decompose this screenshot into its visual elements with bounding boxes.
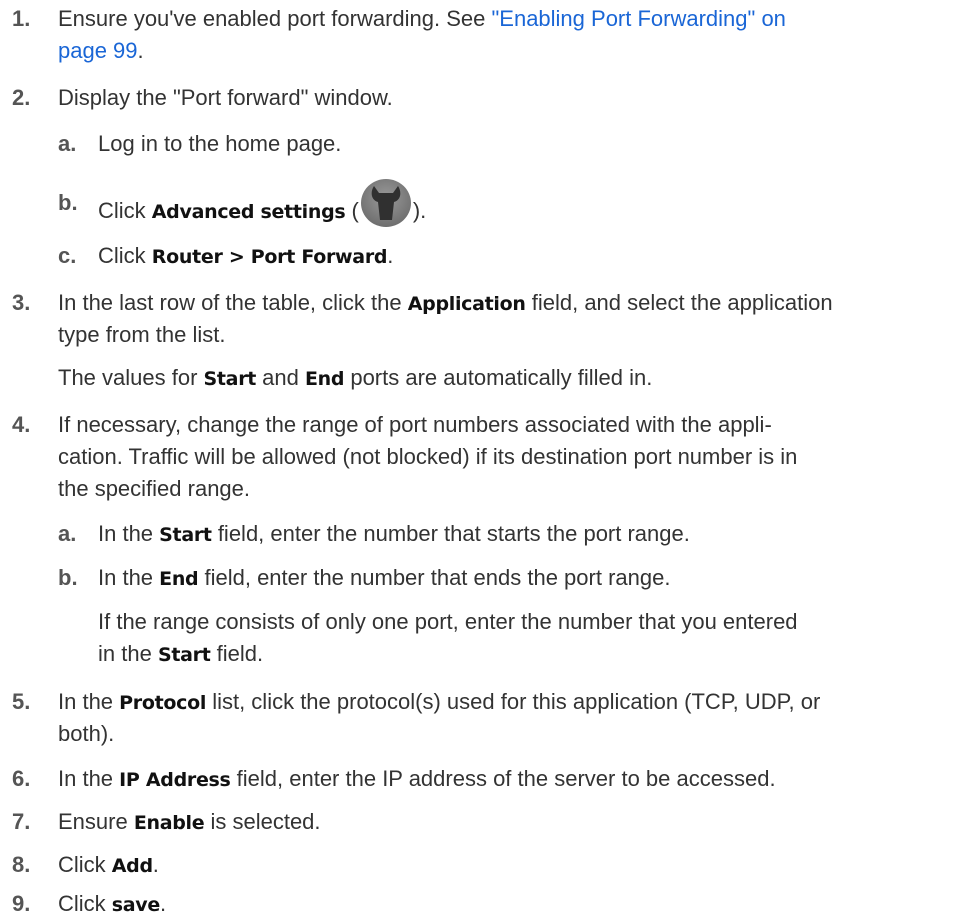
paren-open: (	[345, 197, 359, 223]
step-text: and	[256, 365, 305, 390]
add-button-label: Add	[111, 855, 153, 877]
step-number: 1.	[12, 6, 31, 31]
punctuation: .	[387, 243, 394, 268]
advanced-settings-label: Advanced settings	[151, 200, 346, 223]
page-99-link[interactable]: page 99	[58, 38, 138, 63]
step-text: is selected.	[204, 809, 321, 834]
save-button-label: save	[111, 894, 161, 916]
end-label: End	[305, 368, 345, 390]
step-text: .	[137, 38, 144, 63]
step-number: 3.	[12, 290, 31, 315]
step-text: cation. Traffic will be allowed (not blo…	[58, 444, 798, 469]
step-text: The values for	[58, 365, 204, 390]
step-text: the specified range.	[58, 476, 251, 501]
substep-letter: a.	[58, 521, 77, 546]
step-text: If necessary, change the range of port n…	[58, 412, 772, 437]
note-text: in the	[98, 641, 158, 666]
substep-text: field, enter the number that ends the po…	[198, 565, 671, 590]
step-text: field, enter the IP address of the serve…	[230, 766, 776, 791]
substep-letter: c.	[58, 243, 77, 268]
note-text: If the range consists of only one port, …	[98, 609, 798, 634]
step-text: .	[152, 852, 159, 877]
step-number: 5.	[12, 689, 31, 714]
step-text: In the last row of the table, click the	[58, 290, 408, 315]
step-text: Ensure	[58, 809, 134, 834]
enable-label: Enable	[133, 812, 205, 834]
step-number: 4.	[12, 412, 31, 437]
step-text: both).	[58, 721, 115, 746]
paren-close: ).	[412, 197, 427, 223]
substep-text: In the	[98, 521, 160, 546]
step-text: ports are automatically filled in.	[344, 365, 653, 390]
step-text: list, click the protocol(s) used for thi…	[206, 689, 821, 714]
enabling-port-forwarding-link[interactable]: "Enabling Port Forwarding" on	[491, 6, 785, 31]
step-text: field, and select the application	[525, 290, 833, 315]
ip-address-field-label: IP Address	[119, 769, 231, 791]
end-field-label: End	[159, 568, 199, 590]
step-text: .	[159, 891, 167, 916]
step-text: Click	[58, 852, 112, 877]
substep-letter: b.	[58, 565, 78, 590]
step-number: 8.	[12, 852, 31, 877]
substep-text: In the	[98, 565, 160, 590]
step-number: 9.	[12, 891, 31, 916]
step-text: Display the "Port forward" window.	[58, 85, 393, 110]
step-number: 2.	[12, 85, 31, 110]
step-text: In the	[58, 689, 120, 714]
start-field-label: Start	[159, 524, 212, 546]
substep-letter: b.	[58, 190, 78, 215]
step-text: Click	[58, 891, 112, 916]
substep-letter: a.	[58, 131, 77, 156]
start-field-label: Start	[157, 644, 211, 666]
step-text: type from the list.	[58, 322, 226, 347]
note-text: field.	[210, 641, 264, 666]
substep-text: Log in to the home page.	[98, 131, 342, 156]
router-port-forward-label: Router > Port Forward	[151, 246, 388, 268]
application-field-label: Application	[407, 293, 526, 315]
wrench-settings-icon	[360, 178, 412, 228]
step-number: 7.	[12, 809, 31, 834]
step-number: 6.	[12, 766, 31, 791]
document-page: 1. Ensure you've enabled port forwarding…	[0, 0, 967, 916]
start-label: Start	[203, 368, 257, 390]
protocol-list-label: Protocol	[119, 692, 207, 714]
step-text: In the	[58, 766, 120, 791]
step-text: Ensure you've enabled port forwarding. S…	[58, 6, 492, 31]
substep-text: field, enter the number that starts the …	[211, 521, 690, 546]
substep-text: Click	[98, 197, 152, 223]
substep-text: Click	[98, 243, 152, 268]
